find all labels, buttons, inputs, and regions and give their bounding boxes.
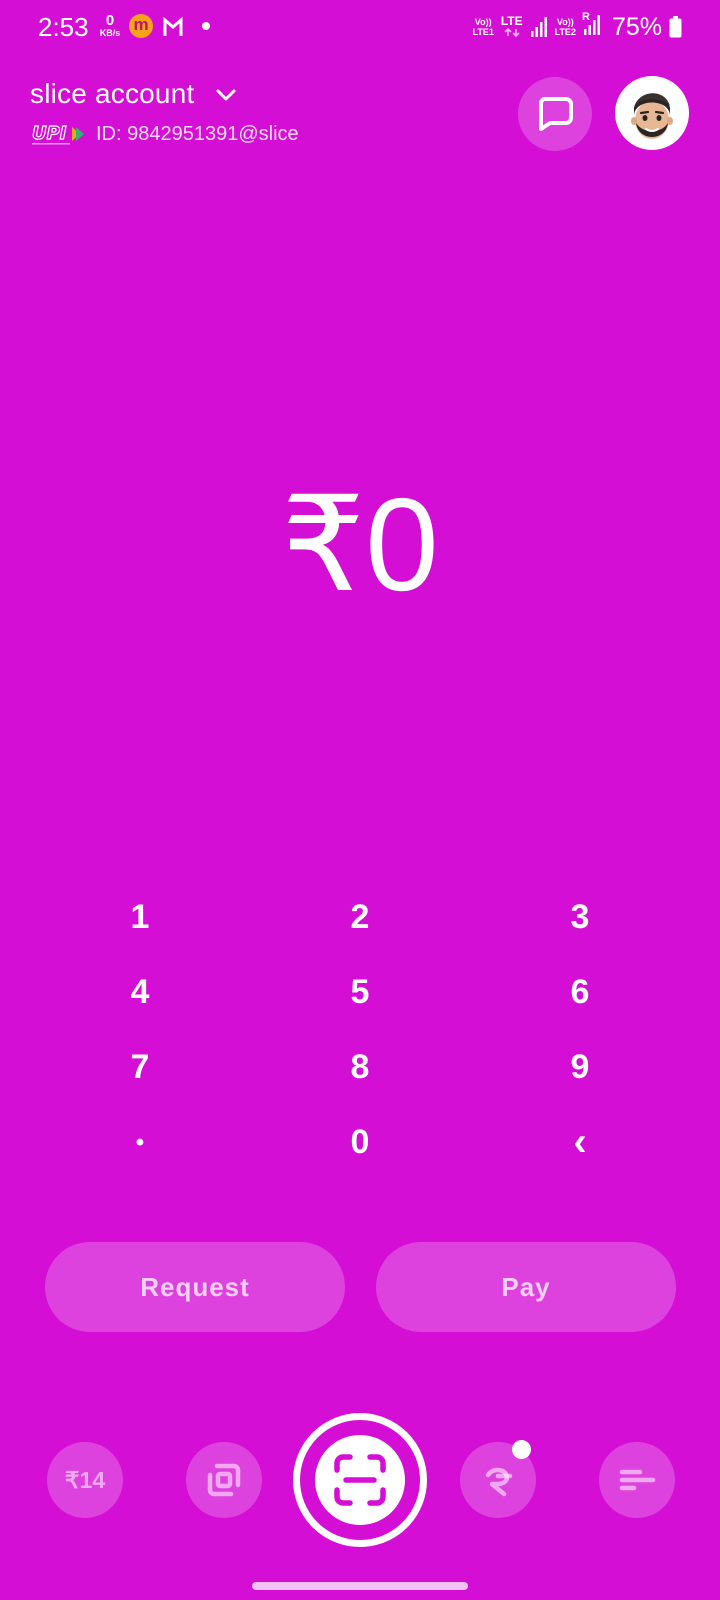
memoji-avatar-icon (631, 93, 673, 139)
numeric-keypad: 1 2 3 4 5 6 7 8 9 • 0 ‹ (30, 895, 690, 1195)
network-speed-unit: KB/s (99, 28, 121, 38)
sim2-volte-bottom: LTE2 (554, 27, 576, 37)
support-chat-button[interactable] (518, 77, 592, 151)
upi-logo-icon: UPI (32, 122, 84, 145)
more-notifications-dot (202, 22, 210, 30)
key-9[interactable]: 9 (470, 1045, 690, 1090)
menu-icon (619, 1469, 656, 1491)
key-6[interactable]: 6 (470, 970, 690, 1015)
battery-percent: 75% (611, 12, 662, 41)
key-8[interactable]: 8 (250, 1045, 470, 1090)
sim1-volte-top: Vo)) (474, 17, 492, 27)
status-time: 2:53 (38, 12, 89, 42)
lte-label: LTE (500, 14, 523, 28)
sim2-volte-top: Vo)) (556, 17, 574, 27)
rupee-credit-icon (485, 1467, 513, 1497)
upi-logo-text: UPI (32, 123, 67, 144)
chat-bubble-icon (539, 97, 573, 131)
battery-icon (669, 16, 682, 38)
status-bar: 2:53 0 KB/s m Vo)) LTE1 LTE Vo)) LTE2 R … (0, 0, 720, 56)
chevron-down-icon[interactable] (215, 87, 237, 103)
notification-dot (512, 1440, 531, 1459)
key-4[interactable]: 4 (30, 970, 250, 1015)
scan-qr-inner (315, 1435, 405, 1525)
upi-id-row: UPI ID: 9842951391@slice (32, 122, 299, 146)
key-decimal[interactable]: • (30, 1120, 250, 1165)
signal-roaming: R (582, 11, 601, 40)
network-speed-value: 0 (105, 12, 115, 29)
scan-qr-button[interactable] (293, 1413, 427, 1547)
menu-button[interactable] (599, 1442, 675, 1518)
amount-display: ₹0 (281, 471, 439, 618)
network-speed: 0 KB/s (96, 13, 124, 38)
key-3[interactable]: 3 (470, 895, 690, 940)
rewards-balance-button[interactable]: ₹14 (47, 1442, 123, 1518)
key-backspace[interactable]: ‹ (470, 1120, 690, 1165)
scan-qr-icon (334, 1454, 386, 1506)
roaming-label: R (581, 10, 590, 23)
sim2-volte: Vo)) LTE2 (555, 17, 576, 37)
app-notification-icon: m (129, 14, 153, 38)
cards-icon (207, 1463, 241, 1497)
request-button[interactable]: Request (45, 1242, 345, 1332)
cards-button[interactable] (186, 1442, 262, 1518)
sim1-volte: Vo)) LTE1 (472, 17, 493, 37)
pay-button[interactable]: Pay (376, 1242, 676, 1332)
key-5[interactable]: 5 (250, 970, 470, 1015)
key-2[interactable]: 2 (250, 895, 470, 940)
data-arrows-icon (504, 27, 520, 38)
sim1-volte-bottom: LTE1 (472, 27, 494, 37)
gmail-icon (163, 16, 183, 36)
key-0[interactable]: 0 (250, 1120, 470, 1165)
home-indicator[interactable] (252, 1582, 468, 1590)
key-1[interactable]: 1 (30, 895, 250, 940)
status-right: Vo)) LTE1 LTE Vo)) LTE2 R 75% (472, 10, 682, 44)
profile-avatar[interactable] (615, 76, 689, 150)
signal-icon (530, 17, 547, 37)
upi-id-text[interactable]: ID: 9842951391@slice (96, 123, 299, 146)
key-7[interactable]: 7 (30, 1045, 250, 1090)
lte-indicator: LTE (501, 15, 523, 39)
account-selector-title[interactable]: slice account (30, 78, 194, 110)
